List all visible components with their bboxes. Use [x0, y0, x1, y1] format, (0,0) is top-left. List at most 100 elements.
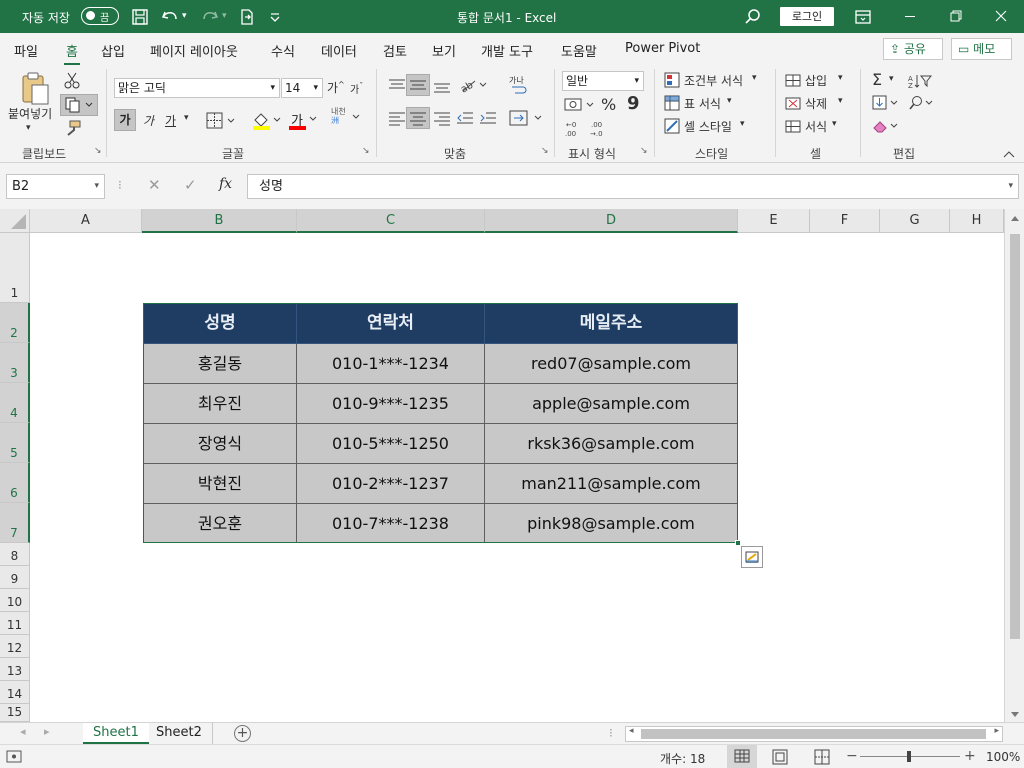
column-header-d[interactable]: D: [485, 209, 738, 233]
name-cell[interactable]: 최우진: [144, 384, 297, 424]
search-icon[interactable]: [744, 8, 764, 26]
column-header-c[interactable]: C: [297, 209, 485, 233]
number-format-select[interactable]: 일반 ▾: [562, 71, 644, 91]
column-header-g[interactable]: G: [880, 209, 950, 233]
collapse-ribbon-icon[interactable]: [1002, 149, 1016, 159]
row-header-6[interactable]: 6: [0, 463, 30, 503]
row-header-11[interactable]: 11: [0, 612, 30, 635]
decrease-font-icon[interactable]: 가ˇ: [350, 81, 363, 96]
row-header-5[interactable]: 5: [0, 423, 30, 463]
drag-handle-icon[interactable]: ⁝: [118, 178, 122, 192]
tab-file[interactable]: 파일: [14, 41, 38, 60]
page-break-view-icon[interactable]: [813, 749, 831, 765]
select-all-button[interactable]: [0, 209, 30, 233]
format-cells-button[interactable]: 서식 ▾: [785, 117, 851, 137]
sheet-tab-1[interactable]: Sheet1: [83, 723, 149, 744]
tab-insert[interactable]: 삽입: [101, 41, 125, 60]
redo-icon[interactable]: [200, 8, 220, 26]
bold-button[interactable]: 가: [114, 109, 136, 131]
header-contact[interactable]: 연락처: [297, 304, 485, 344]
next-sheet-icon[interactable]: ▸: [44, 725, 50, 738]
vertical-scrollbar[interactable]: [1004, 209, 1024, 722]
scroll-right-icon[interactable]: ▸: [994, 726, 999, 736]
sort-filter-icon[interactable]: AZ: [908, 73, 938, 89]
save-icon[interactable]: [131, 8, 151, 26]
phonetic-icon[interactable]: 내천 洲: [331, 107, 361, 133]
borders-icon[interactable]: [206, 112, 236, 130]
email-cell[interactable]: pink98@sample.com: [485, 504, 737, 542]
align-right-icon[interactable]: [433, 110, 451, 126]
row-header-2[interactable]: 2: [0, 303, 30, 343]
redo-dropdown-icon[interactable]: ▾: [222, 11, 227, 21]
row-header-13[interactable]: 13: [0, 658, 30, 681]
tab-power-pivot[interactable]: Power Pivot: [625, 41, 700, 56]
wrap-text-icon[interactable]: 가나: [509, 77, 531, 99]
conditional-format-button[interactable]: 조건부 서식 ▾: [664, 71, 764, 91]
contact-cell[interactable]: 010-9***-1235: [297, 384, 485, 424]
row-header-9[interactable]: 9: [0, 566, 30, 589]
name-cell[interactable]: 권오훈: [144, 504, 297, 542]
scroll-left-icon[interactable]: ◂: [629, 726, 634, 736]
row-header-12[interactable]: 12: [0, 635, 30, 658]
tab-view[interactable]: 보기: [432, 41, 456, 60]
zoom-level[interactable]: 100%: [986, 750, 1020, 764]
paste-icon[interactable]: [20, 71, 50, 105]
fill-color-icon[interactable]: [252, 111, 282, 131]
name-cell[interactable]: 홍길동: [144, 344, 297, 384]
accounting-format-icon[interactable]: [564, 97, 596, 113]
contact-cell[interactable]: 010-2***-1237: [297, 464, 485, 504]
comments-button[interactable]: ▭ 메모: [951, 38, 1012, 60]
column-header-f[interactable]: F: [810, 209, 880, 233]
autosum-icon[interactable]: Σ: [872, 70, 882, 89]
align-center-button[interactable]: [406, 107, 430, 129]
increase-font-icon[interactable]: 가^: [327, 79, 345, 96]
horizontal-scrollbar[interactable]: ◂ ▸: [625, 726, 1003, 742]
tab-page-layout[interactable]: 페이지 레이아웃: [150, 41, 238, 60]
paste-dropdown-icon[interactable]: ▾: [26, 123, 31, 133]
tab-review[interactable]: 검토: [383, 41, 407, 60]
tab-data[interactable]: 데이터: [321, 41, 357, 60]
email-cell[interactable]: rksk36@sample.com: [485, 424, 737, 464]
comma-style-icon[interactable]: 9: [627, 93, 640, 114]
touch-mode-icon[interactable]: [238, 8, 258, 26]
paste-label[interactable]: 붙여넣기: [8, 105, 52, 122]
page-layout-view-icon[interactable]: [771, 749, 789, 765]
zoom-in-button[interactable]: +: [964, 748, 976, 764]
format-as-table-button[interactable]: 표 서식 ▾: [664, 94, 744, 114]
row-header-3[interactable]: 3: [0, 343, 30, 383]
alignment-launcher-icon[interactable]: ↘: [541, 146, 549, 156]
row-header-14[interactable]: 14: [0, 681, 30, 704]
share-button[interactable]: ⇪ 공유: [883, 38, 943, 60]
column-header-a[interactable]: A: [30, 209, 142, 233]
column-header-e[interactable]: E: [738, 209, 810, 233]
contact-cell[interactable]: 010-5***-1250: [297, 424, 485, 464]
row-header-4[interactable]: 4: [0, 383, 30, 423]
copy-button[interactable]: [60, 94, 98, 116]
decrease-indent-icon[interactable]: [456, 110, 474, 126]
align-top-icon[interactable]: [388, 77, 406, 93]
tab-help[interactable]: 도움말: [561, 41, 597, 60]
cut-icon[interactable]: [64, 71, 80, 89]
quick-analysis-button[interactable]: [741, 546, 763, 568]
underline-dropdown-icon[interactable]: ▾: [184, 113, 189, 123]
minimize-button[interactable]: [887, 0, 933, 33]
name-cell[interactable]: 박현진: [144, 464, 297, 504]
row-header-10[interactable]: 10: [0, 589, 30, 612]
increase-decimal-icon[interactable]: ←0.00: [564, 119, 588, 139]
row-header-7[interactable]: 7: [0, 503, 30, 543]
align-left-icon[interactable]: [388, 110, 406, 126]
contact-cell[interactable]: 010-1***-1234: [297, 344, 485, 384]
find-select-icon[interactable]: [908, 95, 938, 111]
chevron-down-icon[interactable]: ▾: [889, 74, 894, 84]
macro-record-icon[interactable]: [6, 750, 22, 764]
tab-developer[interactable]: 개발 도구: [481, 41, 533, 60]
undo-icon[interactable]: [160, 8, 180, 26]
orientation-icon[interactable]: ab: [459, 77, 489, 93]
formula-input[interactable]: 성명 ▾: [247, 174, 1019, 199]
tab-home[interactable]: 홈: [64, 41, 80, 66]
header-email[interactable]: 메일주소: [485, 304, 737, 344]
underline-button[interactable]: 가: [165, 112, 176, 129]
restore-button[interactable]: [933, 0, 979, 33]
italic-button[interactable]: 가: [143, 112, 154, 129]
insert-function-icon[interactable]: fx: [219, 176, 232, 192]
